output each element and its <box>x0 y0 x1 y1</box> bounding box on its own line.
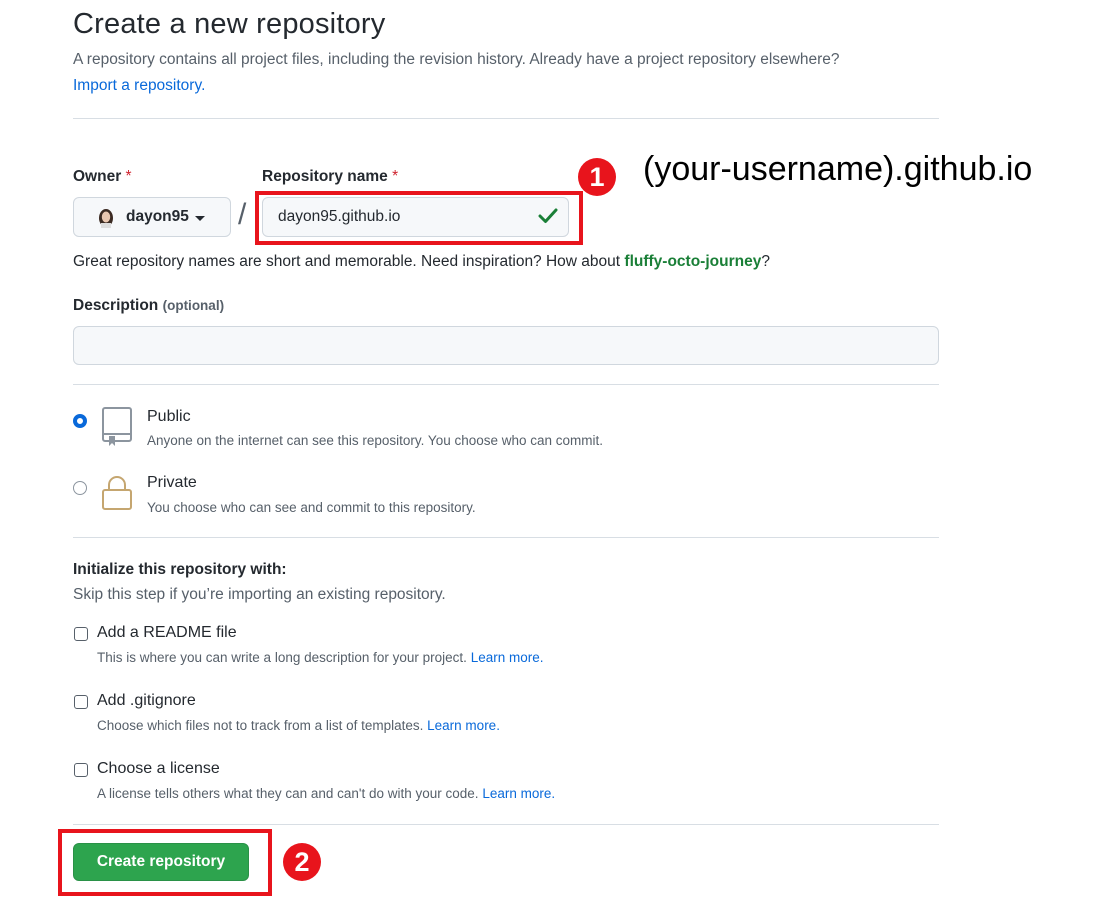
repository-name-label: Repository name * <box>262 168 399 185</box>
optional-label: (optional) <box>162 298 225 313</box>
readme-learn-more-link[interactable]: Learn more. <box>471 650 544 665</box>
public-radio[interactable] <box>73 414 87 428</box>
divider <box>73 824 939 825</box>
required-mark: * <box>392 168 399 185</box>
page-title: Create a new repository <box>73 8 386 40</box>
initialize-heading: Initialize this repository with: <box>73 561 287 578</box>
gitignore-option-title: Add .gitignore <box>97 692 196 709</box>
name-suggestion[interactable]: fluffy-octo-journey <box>624 253 761 270</box>
readme-option-title: Add a README file <box>97 624 237 641</box>
step-2-badge: 2 <box>283 843 321 881</box>
license-option-description: A license tells others what they can and… <box>97 786 556 801</box>
divider <box>73 537 939 538</box>
step-1-annotation: (your-username).github.io <box>643 150 1033 188</box>
readme-checkbox[interactable] <box>74 627 88 641</box>
owner-label: Owner * <box>73 168 132 185</box>
import-repository-link[interactable]: Import a repository. <box>73 77 205 95</box>
private-option-title: Private <box>147 474 197 491</box>
repo-icon <box>102 407 132 446</box>
description-input[interactable] <box>73 326 939 365</box>
divider <box>73 118 939 119</box>
gitignore-option-description: Choose which files not to track from a l… <box>97 718 500 733</box>
description-label: Description (optional) <box>73 297 225 314</box>
license-learn-more-link[interactable]: Learn more. <box>482 786 555 801</box>
repository-name-hint: Great repository names are short and mem… <box>73 253 770 270</box>
avatar <box>99 209 113 228</box>
step-1-badge: 1 <box>578 158 616 196</box>
required-mark: * <box>125 168 132 185</box>
owner-repo-separator: / <box>238 198 247 231</box>
highlight-box-repository-name <box>255 191 583 245</box>
lock-icon <box>102 476 132 510</box>
initialize-subheading: Skip this step if you’re importing an ex… <box>73 586 446 603</box>
caret-down-icon <box>194 215 205 221</box>
public-option-title: Public <box>147 408 191 425</box>
license-option-title: Choose a license <box>97 760 220 777</box>
gitignore-checkbox[interactable] <box>74 695 88 709</box>
license-checkbox[interactable] <box>74 763 88 777</box>
gitignore-learn-more-link[interactable]: Learn more. <box>427 718 500 733</box>
private-option-description: You choose who can see and commit to thi… <box>147 500 476 515</box>
divider <box>73 384 939 385</box>
page-subtitle: A repository contains all project files,… <box>73 51 840 68</box>
owner-name: dayon95 <box>126 208 189 225</box>
owner-dropdown[interactable]: dayon95 <box>73 197 231 237</box>
readme-option-description: This is where you can write a long descr… <box>97 650 544 665</box>
private-radio[interactable] <box>73 481 87 495</box>
public-option-description: Anyone on the internet can see this repo… <box>147 433 604 448</box>
highlight-box-create-button <box>58 829 272 896</box>
